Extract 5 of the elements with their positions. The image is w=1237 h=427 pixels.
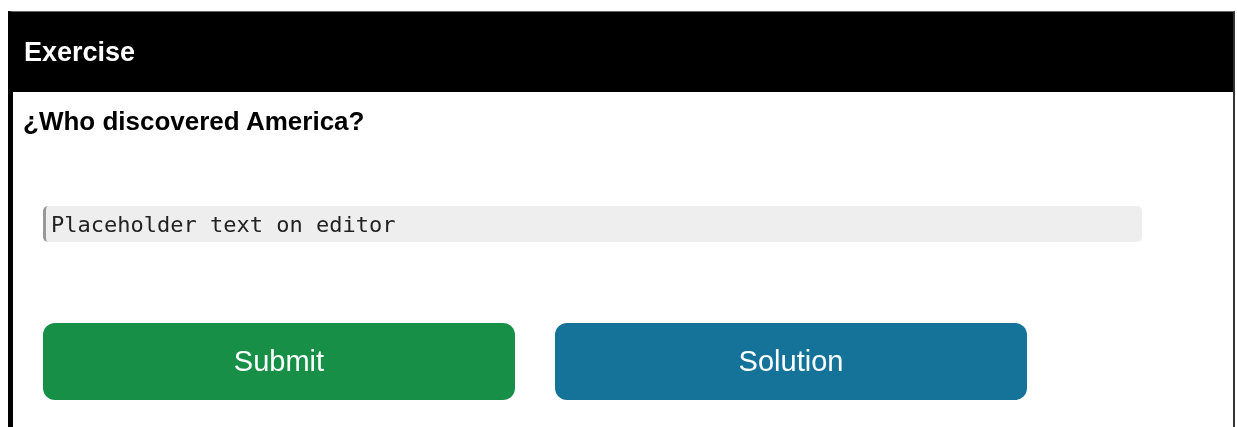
- submit-button[interactable]: Submit: [43, 323, 515, 400]
- question-text: ¿Who discovered America?: [23, 106, 366, 137]
- solution-button[interactable]: Solution: [555, 323, 1027, 400]
- answer-editor[interactable]: Placeholder text on editor: [43, 206, 1142, 242]
- panel-title: Exercise: [24, 36, 136, 68]
